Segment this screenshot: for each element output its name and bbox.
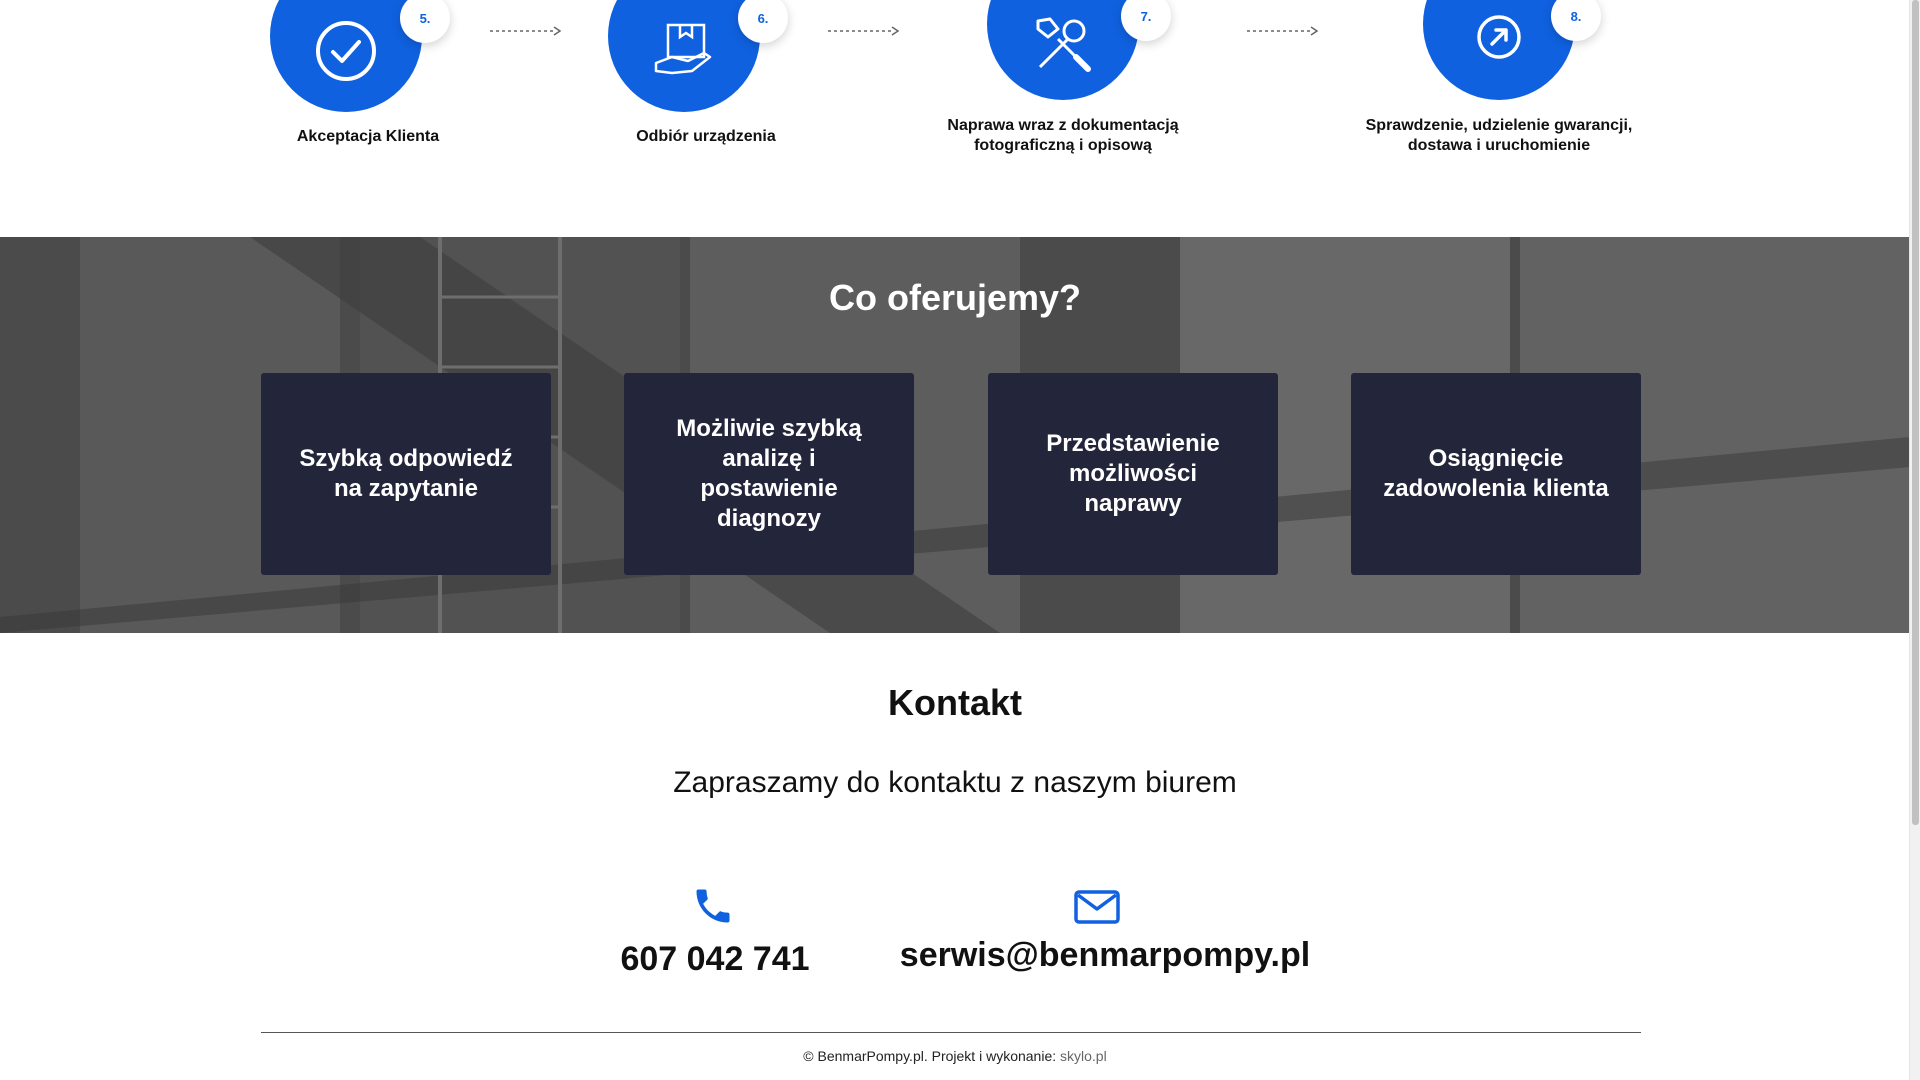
scrollbar-thumb[interactable] <box>1912 0 1919 825</box>
step-label-line: dostawa i uruchomienie <box>1407 137 1591 154</box>
contact-title: Kontakt <box>888 682 1022 723</box>
phone-icon <box>696 889 730 923</box>
package-hand-icon <box>654 23 712 75</box>
step-label: Sprawdzenie, udzielenie gwarancji, dosta… <box>1344 116 1654 156</box>
step-circle <box>987 0 1139 100</box>
footer-divider <box>261 1032 1641 1033</box>
contact-subtitle: Zapraszamy do kontaktu z naszym biurem <box>673 766 1237 799</box>
phone-number[interactable]: 607 042 741 <box>560 940 870 979</box>
process-steps: 5. Akceptacja Klienta 6. Odbiór urządzen… <box>0 0 1910 237</box>
arrow-right-icon <box>1247 26 1319 36</box>
offer-section: Co oferujemy? Szybką odpowiedź na zapyta… <box>0 237 1910 633</box>
tools-icon <box>1036 17 1091 72</box>
footer: © BenmarPompy.pl. Projekt i wykonanie: s… <box>0 1048 1910 1064</box>
step-number-badge: 6. <box>738 0 788 43</box>
step-label: Odbiór urządzenia <box>636 128 776 145</box>
mail-icon <box>1074 890 1120 924</box>
offer-card: Szybką odpowiedź na zapytanie <box>261 373 551 575</box>
scrollbar[interactable] <box>1909 0 1920 1080</box>
step-label: Naprawa wraz z dokumentacją fotograficzn… <box>908 116 1218 156</box>
step-number-badge: 5. <box>400 0 450 43</box>
offer-card: Osiągnięcie zadowolenia klienta <box>1351 373 1641 575</box>
step-label: Akceptacja Klienta <box>296 128 440 145</box>
step-label-line: Naprawa wraz z dokumentacją <box>947 117 1179 134</box>
step-label-line: fotograficzną i opisową <box>974 137 1152 154</box>
email-address[interactable]: serwis@benmarpompy.pl <box>880 936 1330 975</box>
footer-link[interactable]: skylo.pl <box>1060 1048 1107 1064</box>
section-title: Co oferujemy? <box>828 277 1082 318</box>
footer-text: © BenmarPompy.pl. Projekt i wykonanie: <box>803 1048 1061 1064</box>
arrow-up-right-icon <box>1477 15 1521 59</box>
arrow-right-icon <box>828 26 900 36</box>
check-icon <box>316 21 376 81</box>
offer-card: Możliwie szybką analizę i postawienie di… <box>624 373 914 575</box>
step-label-line: Sprawdzenie, udzielenie gwarancji, <box>1365 117 1633 134</box>
offer-card: Przedstawienie możliwości naprawy <box>988 373 1278 575</box>
arrow-right-icon <box>490 26 562 36</box>
